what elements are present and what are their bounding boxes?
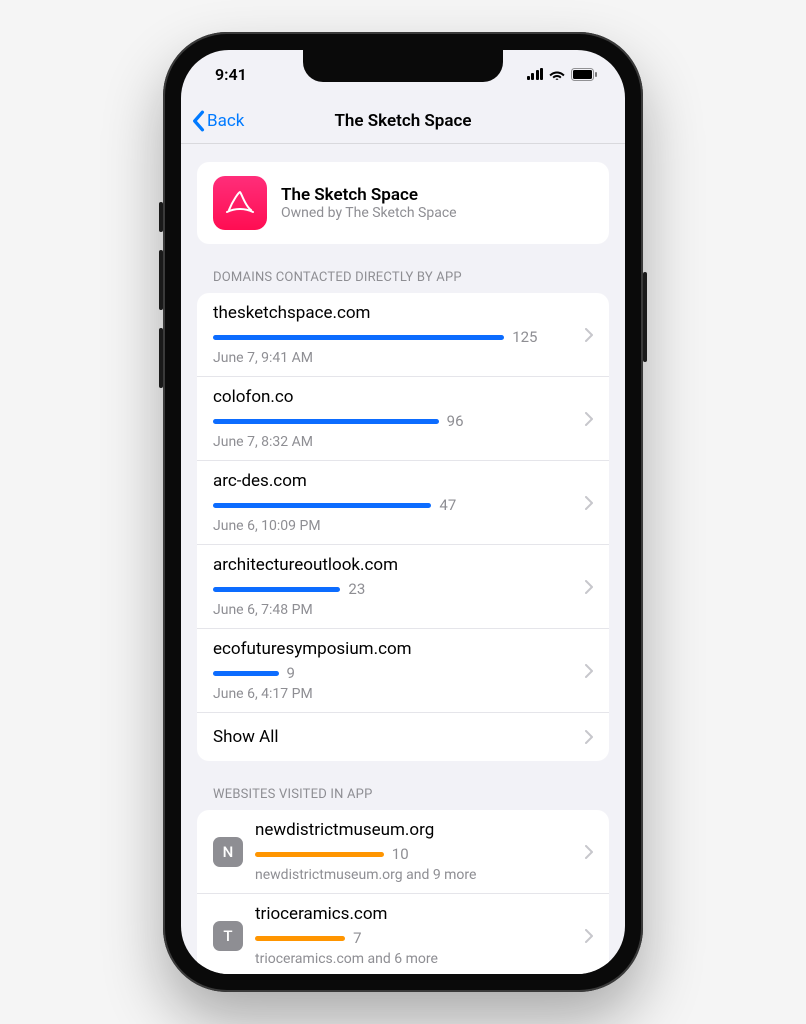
domain-count: 47	[439, 496, 456, 514]
scroll-content[interactable]: The Sketch Space Owned by The Sketch Spa…	[181, 144, 625, 974]
domain-row[interactable]: ecofuturesymposium.com 9 June 6, 4:17 PM	[197, 629, 609, 713]
domain-row[interactable]: thesketchspace.com 125 June 7, 9:41 AM	[197, 293, 609, 377]
domain-bar	[213, 419, 439, 424]
chevron-right-icon	[585, 412, 593, 426]
domain-bar	[213, 671, 279, 676]
website-row[interactable]: N newdistrictmuseum.org 10 newdistrictmu…	[197, 810, 609, 894]
app-header-card: The Sketch Space Owned by The Sketch Spa…	[197, 162, 609, 244]
website-bar	[255, 936, 345, 941]
show-all-row[interactable]: Show All	[197, 713, 609, 761]
app-owner: Owned by The Sketch Space	[281, 205, 593, 221]
website-subtitle: trioceramics.com and 6 more	[255, 951, 577, 967]
website-domain: trioceramics.com	[255, 904, 577, 924]
chevron-right-icon	[585, 328, 593, 342]
chevron-right-icon	[585, 664, 593, 678]
cellular-signal-icon	[527, 68, 544, 80]
side-button-right	[643, 272, 647, 362]
domain-timestamp: June 6, 4:17 PM	[213, 686, 577, 702]
website-subtitle: newdistrictmuseum.org and 9 more	[255, 867, 577, 883]
websites-section-header: WEBSITES VISITED IN APP	[213, 787, 593, 802]
website-bar	[255, 852, 384, 857]
show-all-label: Show All	[213, 727, 577, 747]
domain-timestamp: June 6, 10:09 PM	[213, 518, 577, 534]
status-icons	[527, 68, 598, 81]
website-badge: N	[213, 837, 243, 867]
domain-count: 96	[447, 412, 464, 430]
domain-bar	[213, 503, 431, 508]
domain-timestamp: June 7, 8:32 AM	[213, 434, 577, 450]
chevron-right-icon	[585, 929, 593, 943]
domain-bar	[213, 587, 340, 592]
chevron-right-icon	[585, 496, 593, 510]
chevron-right-icon	[585, 845, 593, 859]
domain-name: arc-des.com	[213, 471, 577, 491]
website-count: 7	[353, 929, 361, 947]
phone-frame: 9:41 Back The Sketch Space	[163, 32, 643, 992]
nav-bar: Back The Sketch Space	[181, 98, 625, 144]
website-badge: T	[213, 921, 243, 951]
domain-bar	[213, 335, 504, 340]
chevron-right-icon	[585, 730, 593, 744]
app-icon	[213, 176, 267, 230]
domain-timestamp: June 6, 7:48 PM	[213, 602, 577, 618]
domain-row[interactable]: colofon.co 96 June 7, 8:32 AM	[197, 377, 609, 461]
website-domain: newdistrictmuseum.org	[255, 820, 577, 840]
domain-count: 125	[512, 328, 537, 346]
screen: 9:41 Back The Sketch Space	[181, 50, 625, 974]
domains-list: thesketchspace.com 125 June 7, 9:41 AM	[197, 293, 609, 761]
domains-section-header: DOMAINS CONTACTED DIRECTLY BY APP	[213, 270, 593, 285]
websites-list: N newdistrictmuseum.org 10 newdistrictmu…	[197, 810, 609, 974]
back-button[interactable]: Back	[191, 110, 244, 132]
side-buttons-left	[159, 202, 163, 388]
domain-name: colofon.co	[213, 387, 577, 407]
chevron-left-icon	[191, 110, 205, 132]
domain-row[interactable]: arc-des.com 47 June 6, 10:09 PM	[197, 461, 609, 545]
back-label: Back	[207, 111, 244, 131]
domain-row[interactable]: architectureoutlook.com 23 June 6, 7:48 …	[197, 545, 609, 629]
chevron-right-icon	[585, 580, 593, 594]
domain-name: ecofuturesymposium.com	[213, 639, 577, 659]
website-count: 10	[392, 845, 409, 863]
domain-count: 9	[287, 664, 295, 682]
app-name: The Sketch Space	[281, 185, 593, 205]
website-row[interactable]: T trioceramics.com 7 trioceramics.com an…	[197, 894, 609, 974]
wifi-icon	[549, 68, 565, 80]
notch	[303, 50, 503, 82]
battery-icon	[571, 68, 597, 81]
domain-name: architectureoutlook.com	[213, 555, 577, 575]
domain-count: 23	[348, 580, 365, 598]
status-time: 9:41	[215, 65, 247, 84]
page-title: The Sketch Space	[181, 111, 625, 131]
domain-name: thesketchspace.com	[213, 303, 577, 323]
domain-timestamp: June 7, 9:41 AM	[213, 350, 577, 366]
